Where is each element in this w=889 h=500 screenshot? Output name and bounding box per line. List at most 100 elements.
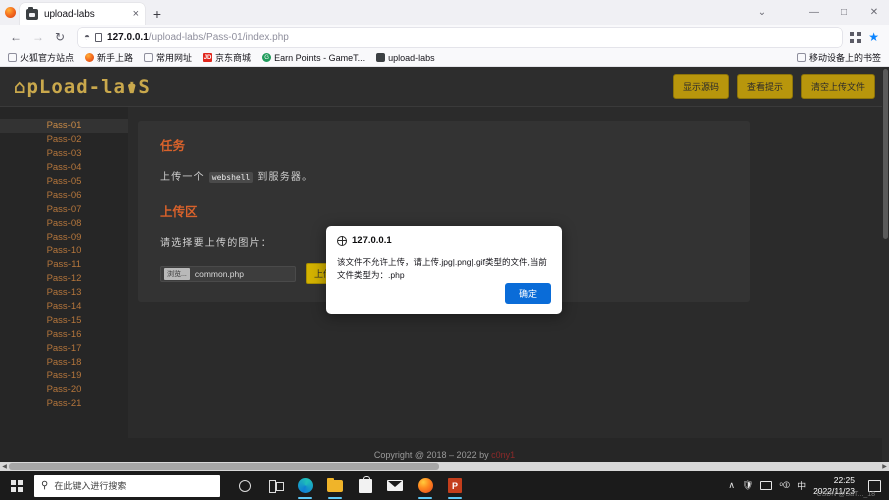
search-icon: ⚲ [41, 480, 48, 491]
sidebar-item-pass-11[interactable]: Pass-11 [0, 258, 128, 272]
bookmark-label: 京东商城 [215, 51, 251, 64]
sidebar-item-pass-18[interactable]: Pass-18 [0, 355, 128, 369]
toolbar-right-icons: ★ [850, 30, 883, 44]
network-icon[interactable] [760, 481, 772, 490]
sidebar-item-pass-14[interactable]: Pass-14 [0, 300, 128, 314]
file-explorer-icon[interactable] [320, 471, 350, 500]
clear-uploads-button[interactable]: 清空上传文件 [801, 74, 875, 99]
generic-bookmark-icon [144, 53, 153, 62]
bookmark-label: upload-labs [388, 53, 435, 63]
firefox-icon[interactable] [410, 471, 440, 500]
browser-tab-strip: upload-labs × + ⌄ — □ ✕ [0, 0, 889, 25]
show-source-button[interactable]: 显示源码 [673, 74, 729, 99]
bookmark-item[interactable]: 火狐官方站点 [8, 51, 74, 64]
dialog-header: 127.0.0.1 [337, 235, 551, 246]
gametime-icon: G [262, 53, 271, 62]
ime-indicator[interactable]: 中 [797, 479, 806, 492]
close-icon[interactable]: × [133, 9, 139, 20]
edge-icon[interactable] [290, 471, 320, 500]
mobile-bookmarks-item[interactable]: 移动设备上的书签 [797, 51, 881, 64]
sidebar-item-pass-02[interactable]: Pass-02 [0, 133, 128, 147]
reload-icon[interactable]: ↻ [50, 27, 70, 47]
scrollbar-thumb[interactable] [883, 69, 888, 239]
sidebar-item-pass-05[interactable]: Pass-05 [0, 175, 128, 189]
sidebar-item-pass-07[interactable]: Pass-07 [0, 202, 128, 216]
taskbar-clock[interactable]: 22:25 2022/11/23 [813, 475, 861, 496]
powerpoint-icon[interactable]: P [440, 471, 470, 500]
mobile-bookmarks-icon [797, 53, 806, 62]
sidebar-item-pass-08[interactable]: Pass-08 [0, 216, 128, 230]
url-path: /upload-labs/Pass-01/index.php [149, 32, 289, 43]
bookmark-item[interactable]: G Earn Points - GameT... [262, 53, 365, 63]
copyright-label: Copyright @ 2018 – 2022 by [374, 450, 491, 460]
sidebar-item-pass-03[interactable]: Pass-03 [0, 147, 128, 161]
author-link[interactable]: c0ny1 [491, 450, 515, 460]
firefox-app-icon [0, 0, 20, 25]
sidebar-item-pass-01[interactable]: Pass-01 [0, 119, 128, 133]
sidebar-item-pass-13[interactable]: Pass-13 [0, 286, 128, 300]
sidebar-item-pass-04[interactable]: Pass-04 [0, 161, 128, 175]
microsoft-store-icon[interactable] [350, 471, 380, 500]
globe-icon [337, 236, 347, 246]
browse-button[interactable]: 浏览... [164, 268, 190, 280]
sidebar-item-pass-17[interactable]: Pass-17 [0, 341, 128, 355]
bookmarks-bar: 火狐官方站点 新手上路 常用网址 JD 京东商城 G Earn Points -… [0, 49, 889, 67]
file-input[interactable]: 浏览... common.php [160, 266, 296, 282]
bookmark-item[interactable]: JD 京东商城 [203, 51, 251, 64]
security-icon[interactable]: 🛡 [742, 480, 753, 491]
hscroll-thumb[interactable] [9, 463, 439, 470]
windows-logo-icon [11, 480, 23, 492]
hscroll-track[interactable] [9, 462, 880, 471]
page-horizontal-scrollbar[interactable]: ◀ ▶ [0, 462, 889, 471]
page-vertical-scrollbar[interactable] [882, 67, 889, 471]
scroll-left-icon[interactable]: ◀ [0, 462, 9, 471]
clock-time: 22:25 [813, 475, 855, 486]
show-hidden-icons-chevron-icon[interactable]: ∧ [728, 480, 735, 491]
new-tab-button[interactable]: + [145, 3, 169, 25]
task-code-webshell: webshell [209, 172, 254, 183]
url-text: 127.0.0.1/upload-labs/Pass-01/index.php [107, 32, 289, 43]
bookmark-item[interactable]: 新手上路 [85, 51, 133, 64]
sidebar-item-pass-19[interactable]: Pass-19 [0, 369, 128, 383]
page-info-icon[interactable] [95, 33, 102, 42]
bookmark-item[interactable]: 常用网址 [144, 51, 192, 64]
list-all-tabs-icon[interactable]: ⌄ [747, 0, 777, 25]
browser-navigation-bar: ← → ↻ ◓ 127.0.0.1/upload-labs/Pass-01/in… [0, 25, 889, 49]
dialog-actions: 确定 [337, 283, 551, 314]
maximize-button[interactable]: □ [829, 0, 859, 25]
scroll-right-icon[interactable]: ▶ [880, 462, 889, 471]
close-window-button[interactable]: ✕ [859, 0, 889, 25]
jd-icon: JD [203, 53, 212, 62]
volume-icon[interactable]: ᵒ⦷ [779, 480, 790, 491]
sidebar-item-pass-16[interactable]: Pass-16 [0, 327, 128, 341]
taskbar-search-input[interactable]: ⚲ 在此键入进行搜索 [34, 475, 220, 497]
bookmark-label: 新手上路 [97, 51, 133, 64]
bookmark-star-icon[interactable]: ★ [868, 30, 879, 44]
url-bar[interactable]: ◓ 127.0.0.1/upload-labs/Pass-01/index.ph… [78, 28, 842, 47]
action-center-icon[interactable] [868, 480, 881, 492]
mail-icon[interactable] [380, 471, 410, 500]
sidebar-item-pass-15[interactable]: Pass-15 [0, 313, 128, 327]
sidebar-item-pass-12[interactable]: Pass-12 [0, 272, 128, 286]
sidebar-item-pass-20[interactable]: Pass-20 [0, 383, 128, 397]
cortana-icon[interactable] [230, 471, 260, 500]
back-icon[interactable]: ← [6, 27, 26, 47]
task-view-icon[interactable] [260, 471, 290, 500]
shield-icon[interactable]: ◓ [84, 32, 90, 43]
sidebar-item-pass-10[interactable]: Pass-10 [0, 244, 128, 258]
forward-icon[interactable]: → [28, 27, 48, 47]
bookmark-label: Earn Points - GameT... [274, 53, 365, 63]
start-button[interactable] [0, 471, 34, 500]
system-tray: ∧ 🛡 ᵒ⦷ 中 22:25 2022/11/23 [728, 475, 889, 496]
browser-tab-upload-labs[interactable]: upload-labs × [20, 3, 145, 25]
dialog-ok-button[interactable]: 确定 [505, 283, 551, 304]
sidebar-item-pass-06[interactable]: Pass-06 [0, 188, 128, 202]
sidebar-item-pass-09[interactable]: Pass-09 [0, 230, 128, 244]
minimize-button[interactable]: — [799, 0, 829, 25]
sidebar-item-pass-21[interactable]: Pass-21 [0, 397, 128, 411]
show-hint-button[interactable]: 查看提示 [737, 74, 793, 99]
bookmark-label: 火狐官方站点 [20, 51, 74, 64]
site-logo: ⌂pLoad-la⚱S [14, 76, 151, 98]
bookmark-item[interactable]: upload-labs [376, 53, 435, 63]
extensions-grid-icon[interactable] [850, 32, 861, 43]
